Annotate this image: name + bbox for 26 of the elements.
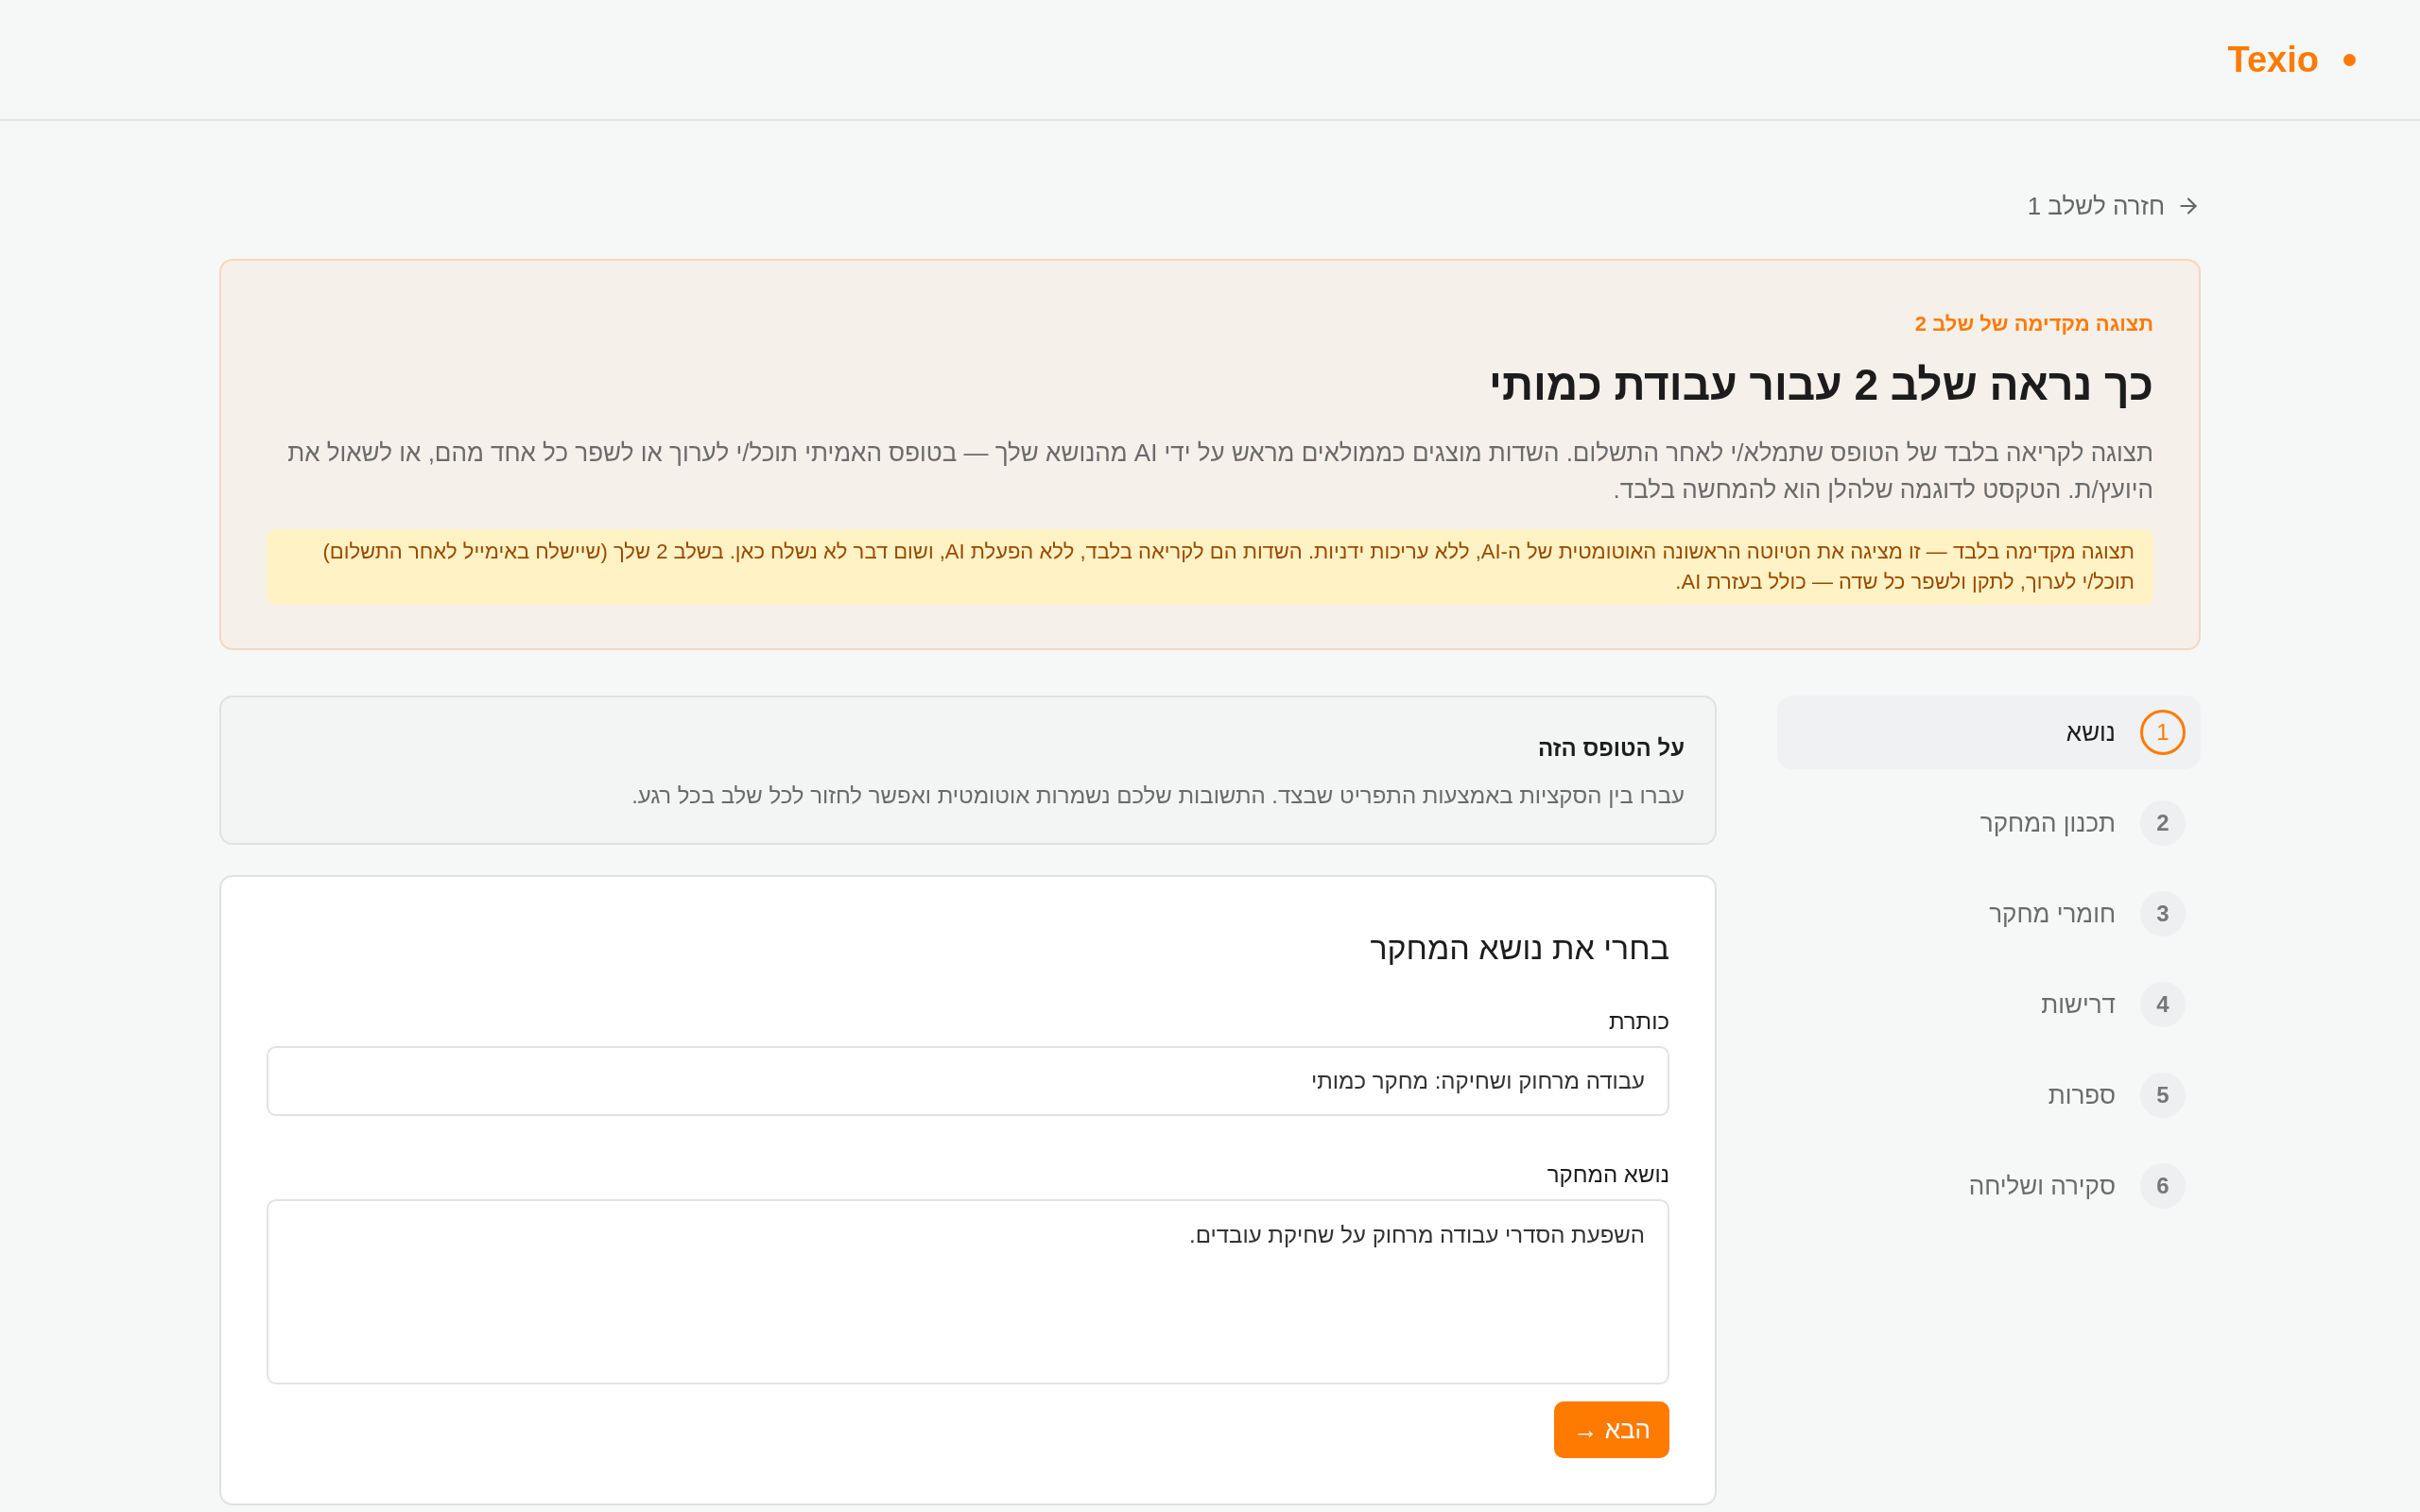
back-link[interactable]: חזרה לשלב 1 <box>2027 187 2201 225</box>
step-number: 4 <box>2140 982 2186 1027</box>
step-number: 6 <box>2140 1163 2186 1209</box>
banner-eyebrow: תצוגה מקדימה של שלב 2 <box>1913 311 2153 337</box>
step-label: חומרי מחקר <box>1989 898 2116 930</box>
banner-title: כך נראה שלב 2 עבור עבודת כמותי <box>1488 359 2153 411</box>
step-label: ספרות <box>2048 1079 2116 1111</box>
step-label: דרישות <box>2041 988 2116 1021</box>
step-label: תכנון המחקר <box>1979 807 2116 839</box>
step-number: 3 <box>2140 891 2186 936</box>
step-number: 1 <box>2140 710 2186 755</box>
step-label: נושא <box>2066 716 2116 748</box>
info-title: על הטופס הזה <box>1537 734 1685 763</box>
step-label: סקירה ושליחה <box>1968 1170 2116 1202</box>
form-heading: בחרי את נושא המחקר <box>1369 929 1669 968</box>
field-label: כותרת <box>1607 1007 1669 1036</box>
logo: Texio <box>2227 38 2319 81</box>
info-text: עברו בין הסקציות באמצעות התפריט שבצד. התשובות שלכם נשמרות אוטומטית ואפשר לחזור לכל שלב בכל רגע. <box>631 782 1685 810</box>
step-number: 5 <box>2140 1073 2186 1118</box>
preview-notice: תצוגה מקדימה בלבד — זו מציגה את הטיוטה הראשונה האוטומטית של ה-AI, ללא עריכות ידניות. השדות הם לקריאה בלבד, ללא הפעלת AI, ושום דבר לא נשלח כאן. בשלב 2 שלך (שיישלח באימייל לאחר התשלום) תוכל/י לערוך, לתקן ולשפר כל שדה — כולל בעזרת AI. <box>267 529 2153 605</box>
banner-description: תצוגה לקריאה בלבד של הטופס שתמלא/י לאחר התשלום. השדות מוצגים כממולאים מראש על ידי AI מהנושא שלך — בטופס האמיתי תוכל/י לערוך או לשפר כל אחד מהם, או לשאול את היועץ/ת. הטקסט לדוגמה שלהלן הוא להמחשה בלבד. <box>286 438 2153 506</box>
step-number: 2 <box>2140 800 2186 846</box>
input-field[interactable]: עבודה מרחוק ושחיקה: מחקר כמותי <box>267 1046 1669 1116</box>
textarea-field[interactable]: השפעת הסדרי עבודה מרחוק על שחיקת עובדים. <box>267 1199 1669 1384</box>
field-label: נושא המחקר <box>1546 1160 1669 1189</box>
next-button[interactable]: הבא → <box>1554 1401 1669 1458</box>
